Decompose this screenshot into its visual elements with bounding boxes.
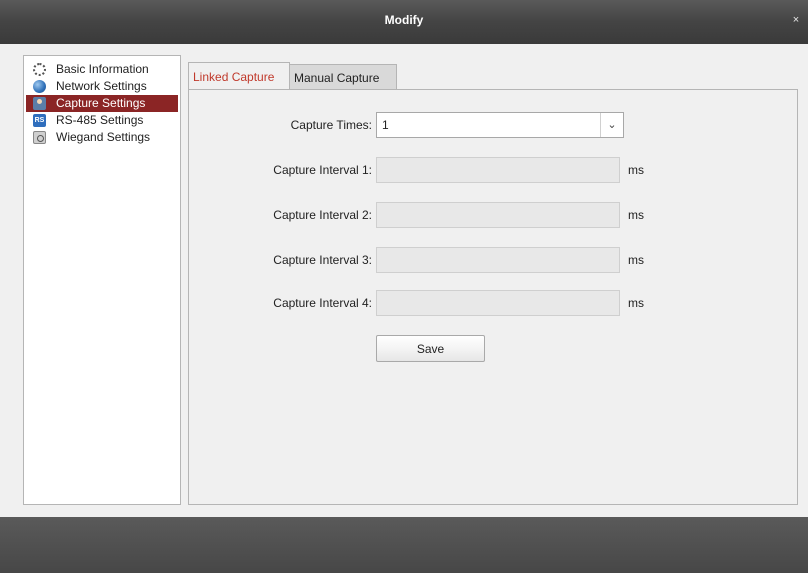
capture-times-value: 1 [382,118,389,132]
sidebar-item-capture-settings[interactable]: Capture Settings [26,95,178,112]
capture-interval-4-unit: ms [628,296,644,310]
capture-times-select[interactable]: 1 ⌄ [376,112,624,138]
capture-interval-1-unit: ms [628,163,644,177]
capture-interval-2-label: Capture Interval 2: [273,208,372,222]
capture-interval-4-label: Capture Interval 4: [273,296,372,310]
sidebar-item-rs485-settings[interactable]: RS RS-485 Settings [26,112,180,129]
chevron-down-icon[interactable]: ⌄ [600,113,623,137]
globe-icon [33,80,46,93]
sidebar-item-label: Network Settings [56,79,147,93]
capture-interval-3-field[interactable] [376,247,620,273]
capture-times-label: Capture Times: [290,118,372,132]
save-button[interactable]: Save [376,335,485,362]
tab-manual-capture[interactable]: Manual Capture [290,64,397,90]
rs-icon: RS [33,114,46,127]
capture-interval-1-field[interactable] [376,157,620,183]
sidebar-item-label: RS-485 Settings [56,113,144,127]
sidebar-item-label: Capture Settings [56,96,146,110]
modify-dialog: Modify × Basic Information Network Setti… [0,0,808,573]
capture-interval-2-unit: ms [628,208,644,222]
wiegand-icon [33,131,46,144]
sidebar-item-network-settings[interactable]: Network Settings [26,78,180,95]
sidebar-item-basic-information[interactable]: Basic Information [26,61,180,78]
tab-linked-capture[interactable]: Linked Capture [188,62,290,90]
capture-interval-4-field[interactable] [376,290,620,316]
dialog-title: Modify [384,13,424,27]
settings-sidebar: Basic Information Network Settings Captu… [23,55,181,505]
capture-interval-3-label: Capture Interval 3: [273,253,372,267]
person-icon [33,97,46,110]
sidebar-item-label: Wiegand Settings [56,130,151,144]
capture-interval-2-field[interactable] [376,202,620,228]
sidebar-item-label: Basic Information [56,62,149,76]
title-bar[interactable]: Modify × [0,0,808,44]
sidebar-item-wiegand-settings[interactable]: Wiegand Settings [26,129,180,146]
capture-interval-1-label: Capture Interval 1: [273,163,372,177]
close-icon[interactable]: × [790,13,802,27]
dialog-footer [0,517,808,573]
gear-icon [33,63,46,76]
capture-interval-3-unit: ms [628,253,644,267]
